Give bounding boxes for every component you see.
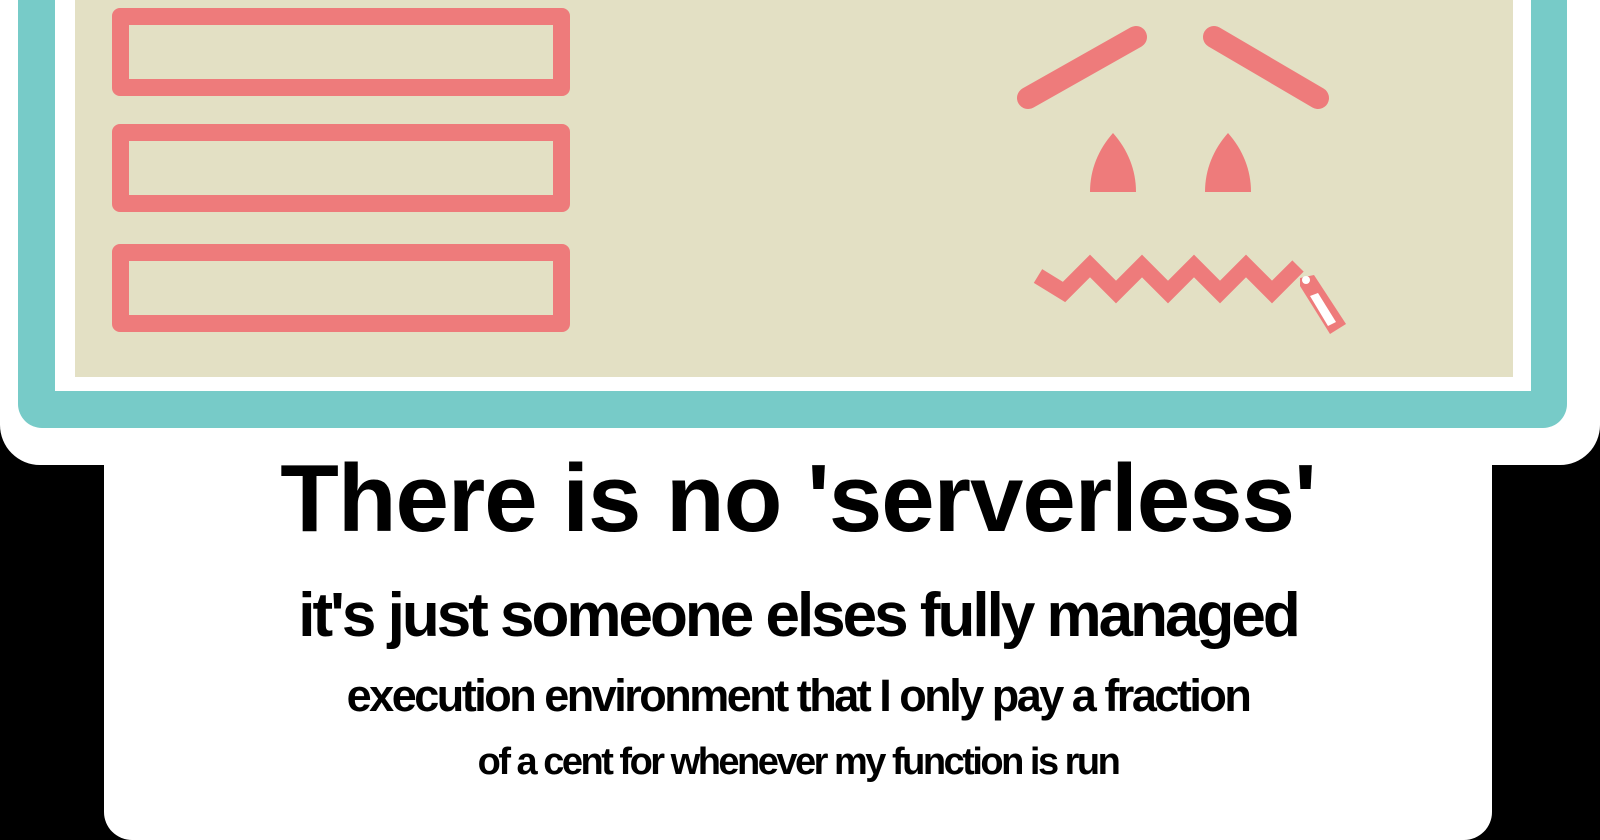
caption-title: There is no 'serverless' <box>280 445 1317 552</box>
server-slot-2 <box>112 124 570 212</box>
left-eye-icon <box>1090 133 1136 192</box>
zipper-mouth-icon <box>1033 254 1346 334</box>
right-eye-icon <box>1205 133 1251 192</box>
right-eyebrow-icon <box>1203 26 1329 109</box>
caption-line-3: execution environment that I only pay a … <box>346 670 1252 721</box>
server-slot-3 <box>112 244 570 332</box>
caption-line-2: it's just someone elses fully managed <box>298 581 1300 650</box>
server-slot-1 <box>112 8 570 96</box>
left-eyebrow-icon <box>1017 26 1147 109</box>
caption-line-4: of a cent for whenever my function is ru… <box>477 741 1121 783</box>
sad-face-icon <box>1017 26 1346 334</box>
